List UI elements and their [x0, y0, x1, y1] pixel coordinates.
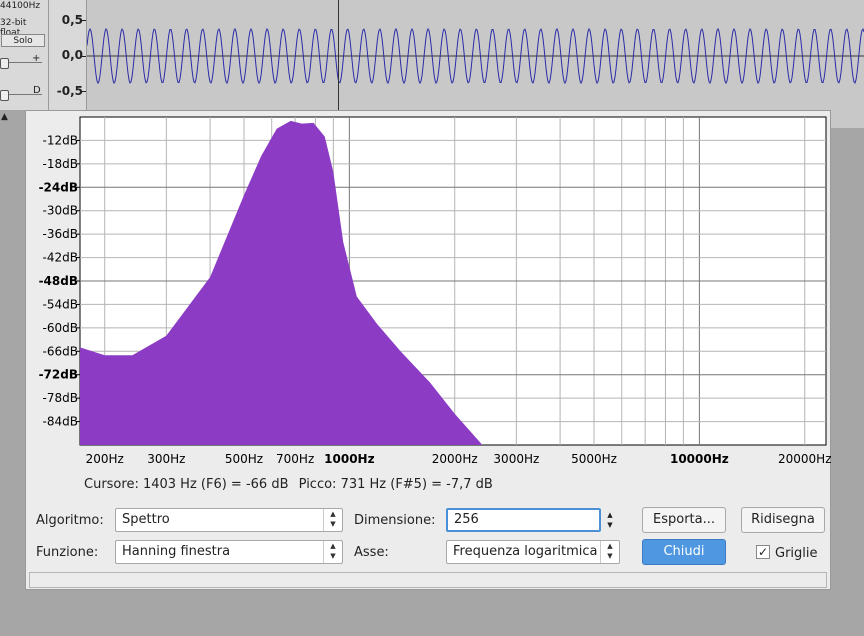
function-select[interactable]: Hanning finestra ▲ ▼: [115, 540, 343, 564]
spin-arrows-icon: ▲ ▼: [323, 509, 342, 531]
y-tick-label: -12dB: [43, 133, 78, 147]
solo-button[interactable]: Solo: [1, 34, 45, 47]
close-button[interactable]: Chiudi: [642, 539, 726, 565]
function-value: Hanning finestra: [122, 544, 231, 559]
ruler-tick: [81, 20, 86, 21]
sample-rate-label: 44100Hz: [0, 1, 41, 11]
y-tick-label: -42dB: [43, 251, 78, 265]
spin-arrows-icon: ▲ ▼: [600, 541, 619, 563]
status-bar: [29, 572, 827, 588]
checkmark-icon: ✓: [757, 545, 769, 559]
y-tick-label: -78dB: [43, 391, 78, 405]
x-tick-label: 700Hz: [276, 452, 314, 466]
waveform-area-edge: [831, 110, 864, 128]
x-tick-label: 200Hz: [86, 452, 124, 466]
axis-select[interactable]: Frequenza logaritmica ▲ ▼: [446, 540, 620, 564]
spectrum-plot[interactable]: -12dB -18dB -24dB -30dB -36dB -42dB -48dB -54dB…: [26, 111, 832, 471]
ruler-tick: [81, 56, 86, 57]
size-select[interactable]: 256: [446, 508, 601, 532]
ruler-tick: [81, 91, 86, 92]
info-row: Cursore: 1403 Hz (F6) = -66 dB Picco: 73…: [84, 477, 499, 492]
x-tick-label: 5000Hz: [571, 452, 617, 466]
ruler-label-mid: 0,0: [61, 48, 83, 62]
ruler-label-bottom: -0,5: [56, 84, 83, 98]
x-tick-label: 500Hz: [225, 452, 263, 466]
playback-cursor: [338, 0, 339, 110]
axis-label: Asse:: [354, 545, 389, 560]
grid-checkbox-label: Griglie: [775, 546, 818, 561]
function-label: Funzione:: [36, 545, 99, 560]
frequency-analysis-dialog: -12dB -18dB -24dB -30dB -36dB -42dB -48dB -54dB…: [25, 110, 832, 590]
y-tick-label: -36dB: [43, 227, 78, 241]
gain-plus-label: +: [32, 53, 41, 64]
algorithm-label: Algoritmo:: [36, 513, 104, 528]
x-tick-label: 300Hz: [147, 452, 185, 466]
collapse-arrow-icon[interactable]: ▲: [1, 112, 8, 122]
cursor-info: Cursore: 1403 Hz (F6) = -66 dB: [84, 477, 289, 492]
size-spin-arrows-icon[interactable]: ▲ ▼: [603, 510, 617, 532]
algorithm-select[interactable]: Spettro ▲ ▼: [115, 508, 343, 532]
axis-value: Frequenza logaritmica: [453, 544, 598, 559]
replot-button[interactable]: Ridisegna: [741, 507, 825, 533]
spin-arrows-icon: ▲ ▼: [323, 541, 342, 563]
waveform-area[interactable]: [86, 0, 864, 110]
y-tick-label: -48dB: [39, 274, 78, 288]
pan-right-label: D: [33, 85, 41, 96]
y-tick-label: -60dB: [43, 321, 78, 335]
x-tick-label: 20000Hz: [778, 452, 832, 466]
y-axis: -12dB -18dB -24dB -30dB -36dB -42dB -48dB -54dB…: [39, 133, 80, 429]
y-tick-label: -84dB: [43, 415, 78, 429]
y-tick-label: -24dB: [39, 180, 78, 194]
track-control-panel: 44100Hz 32-bit float Solo + D ▲: [0, 0, 49, 122]
peak-info: Picco: 731 Hz (F#5) = -7,7 dB: [298, 477, 493, 492]
waveform-svg: [86, 27, 864, 85]
x-tick-label: 2000Hz: [432, 452, 478, 466]
x-axis: 200Hz 300Hz 500Hz 700Hz 1000Hz 2000Hz 3000Hz 50…: [86, 452, 832, 466]
size-value: 256: [454, 512, 479, 527]
size-label: Dimensione:: [354, 513, 436, 528]
algorithm-value: Spettro: [122, 512, 170, 527]
gain-slider[interactable]: [0, 58, 9, 69]
y-tick-label: -66dB: [43, 344, 78, 358]
grid-checkbox[interactable]: ✓: [756, 545, 770, 559]
export-button[interactable]: Esporta...: [642, 507, 726, 533]
ruler-label-top: 0,5: [61, 13, 83, 27]
y-tick-label: -30dB: [43, 204, 78, 218]
vertical-ruler: 0,5 0,0 -0,5: [49, 0, 87, 110]
y-tick-label: -54dB: [43, 297, 78, 311]
y-tick-label: -18dB: [43, 157, 78, 171]
pan-slider[interactable]: [0, 90, 9, 101]
y-tick-label: -72dB: [39, 368, 78, 382]
x-tick-label: 1000Hz: [324, 452, 374, 466]
x-tick-label: 3000Hz: [493, 452, 539, 466]
x-tick-label: 10000Hz: [670, 452, 729, 466]
